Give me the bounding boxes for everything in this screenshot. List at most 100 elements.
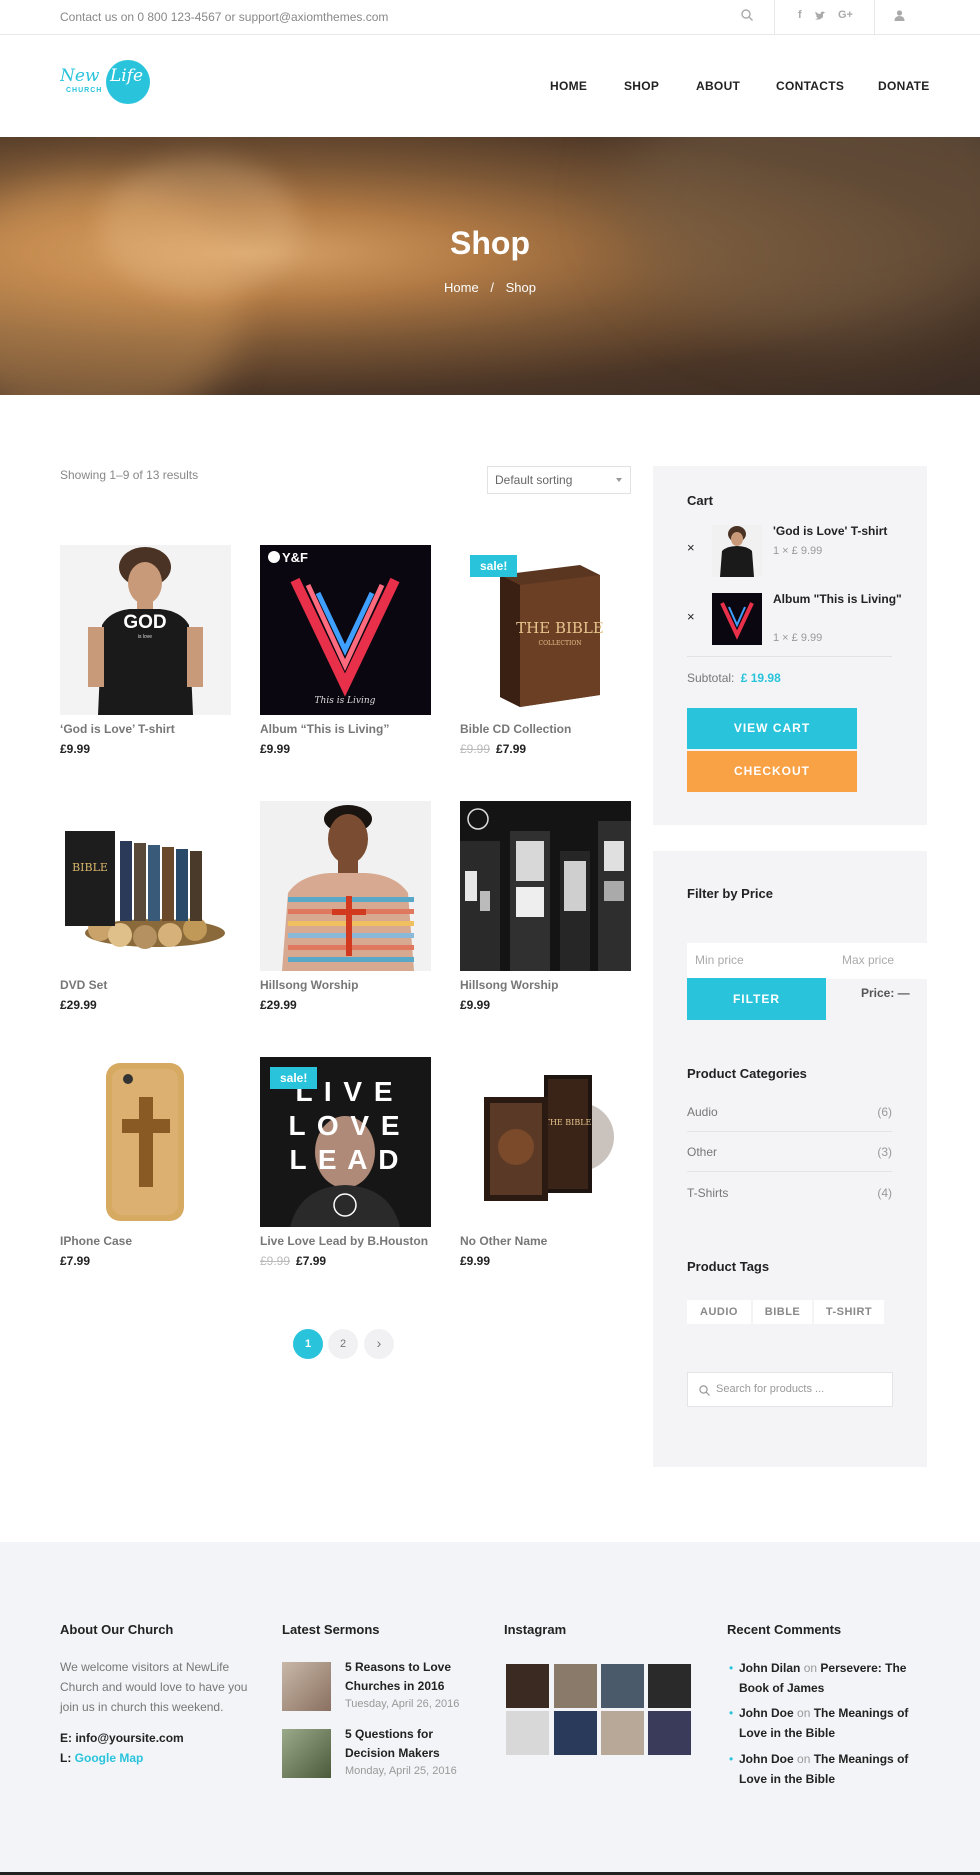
product-search-input[interactable]: Search for products ...	[687, 1372, 893, 1407]
product-image[interactable]	[60, 1057, 231, 1227]
tag-bible[interactable]: BIBLE	[753, 1300, 812, 1324]
product-image[interactable]: Y&F This is Living	[260, 545, 431, 715]
instagram-photo[interactable]	[554, 1711, 597, 1755]
sort-select[interactable]: Default sorting	[487, 466, 631, 494]
checkout-button[interactable]: CHECKOUT	[687, 751, 857, 792]
instagram-photo[interactable]	[648, 1664, 691, 1708]
category-name[interactable]: T-Shirts	[687, 1186, 728, 1200]
page-1-button[interactable]: 1	[293, 1329, 323, 1359]
nav-shop[interactable]: SHOP	[624, 79, 659, 93]
cart-item-qty: 1 × £ 9.99	[773, 545, 823, 557]
product-price-current: £9.99	[460, 1254, 491, 1268]
category-name[interactable]: Audio	[687, 1105, 718, 1119]
tag-audio[interactable]: AUDIO	[687, 1300, 751, 1324]
email-value[interactable]: info@yoursite.com	[75, 1731, 183, 1745]
category-item-other[interactable]: Other (3)	[687, 1145, 892, 1159]
cart-item-thumbnail[interactable]	[712, 593, 762, 645]
footer-location: L: Google Map	[60, 1748, 143, 1768]
cover-line-2: L O V E	[288, 1110, 401, 1141]
site-footer: About Our Church We welcome visitors at …	[0, 1542, 980, 1875]
product-price: £9.99	[260, 742, 290, 756]
product-price: £9.99 £7.99	[460, 742, 526, 756]
instagram-photo[interactable]	[506, 1711, 549, 1755]
google-map-link[interactable]: Google Map	[75, 1751, 144, 1765]
next-page-button[interactable]: ›	[364, 1329, 394, 1359]
product-card[interactable]: THE BIBLE No Other Name £9.99	[460, 1057, 631, 1268]
product-image[interactable]: GOD is love	[60, 545, 231, 715]
product-image[interactable]: THE BIBLE	[460, 1057, 631, 1227]
nav-donate[interactable]: DONATE	[878, 79, 930, 93]
filter-button[interactable]: FILTER	[687, 978, 826, 1020]
product-image[interactable]	[460, 801, 631, 971]
product-card[interactable]: Y&F This is Living Album “This is Living…	[260, 545, 431, 756]
footer-comments-title: Recent Comments	[727, 1622, 842, 1637]
cart-item-name[interactable]: 'God is Love' T-shirt	[773, 522, 903, 541]
product-name[interactable]: Hillsong Worship	[260, 978, 358, 992]
product-card[interactable]: Hillsong Worship £9.99	[460, 801, 631, 1012]
product-image[interactable]: L I V E L O V E L E A D sale!	[260, 1057, 431, 1227]
sermon-thumbnail[interactable]	[282, 1662, 331, 1711]
comment-author[interactable]: John Doe	[739, 1752, 794, 1766]
product-name[interactable]: Bible CD Collection	[460, 722, 571, 736]
svg-text:CHURCH: CHURCH	[66, 87, 102, 94]
nav-home[interactable]: HOME	[550, 79, 587, 93]
comment-author[interactable]: John Doe	[739, 1706, 794, 1720]
product-card[interactable]: BIBLE DVD Set £29.99	[60, 801, 231, 1012]
sermon-title[interactable]: 5 Questions for Decision Makers	[345, 1725, 485, 1763]
category-name[interactable]: Other	[687, 1145, 717, 1159]
sermon-title[interactable]: 5 Reasons to Love Churches in 2016	[345, 1658, 485, 1696]
product-name[interactable]: IPhone Case	[60, 1234, 132, 1248]
view-cart-button[interactable]: VIEW CART	[687, 708, 857, 749]
product-image[interactable]: BIBLE	[60, 801, 231, 971]
product-price: £7.99	[60, 1254, 90, 1268]
product-name[interactable]: ‘God is Love’ T-shirt	[60, 722, 175, 736]
product-card[interactable]: Hillsong Worship £29.99	[260, 801, 431, 1012]
category-item-t-shirts[interactable]: T-Shirts (4)	[687, 1186, 892, 1200]
instagram-photo[interactable]	[601, 1664, 644, 1708]
min-price-input[interactable]: Min price	[695, 953, 744, 967]
nav-contacts[interactable]: CONTACTS	[776, 79, 844, 93]
breadcrumb: Home / Shop	[0, 280, 980, 295]
tag-t-shirt[interactable]: T-SHIRT	[814, 1300, 884, 1324]
instagram-photo[interactable]	[554, 1664, 597, 1708]
cart-item-name[interactable]: Album "This is Living"	[773, 590, 903, 609]
instagram-photo[interactable]	[506, 1664, 549, 1708]
site-logo[interactable]: New Life CHURCH	[59, 57, 155, 107]
product-name[interactable]: Live Love Lead by B.Houston	[260, 1234, 428, 1248]
sermon-thumbnail[interactable]	[282, 1729, 331, 1778]
comment-author[interactable]: John Dilan	[739, 1661, 800, 1675]
cart-title: Cart	[687, 493, 714, 508]
user-icon[interactable]	[894, 9, 905, 24]
product-card[interactable]: GOD is love ‘God is Love’ T-shirt £9.99	[60, 545, 231, 756]
product-price-current: £7.99	[60, 1254, 91, 1268]
product-name[interactable]: Hillsong Worship	[460, 978, 558, 992]
bullet: •	[729, 1706, 734, 1720]
product-image[interactable]	[260, 801, 431, 971]
product-price: £9.99	[460, 1254, 490, 1268]
cart-item-thumbnail[interactable]	[712, 525, 762, 577]
facebook-icon[interactable]: f	[798, 9, 802, 21]
product-card[interactable]: THE BIBLE COLLECTION sale! Bible CD Coll…	[460, 545, 631, 756]
product-card[interactable]: L I V E L O V E L E A D sale! Live Love …	[260, 1057, 431, 1268]
product-card[interactable]: IPhone Case £7.99	[60, 1057, 231, 1268]
email-label: E:	[60, 1731, 72, 1745]
product-name[interactable]: No Other Name	[460, 1234, 547, 1248]
footer-email: E: info@yoursite.com	[60, 1728, 184, 1748]
google-plus-icon[interactable]: G+	[838, 9, 853, 21]
product-image[interactable]: THE BIBLE COLLECTION sale!	[460, 545, 631, 715]
breadcrumb-home[interactable]: Home	[444, 280, 479, 295]
instagram-photo[interactable]	[601, 1711, 644, 1755]
product-price: £9.99	[460, 998, 490, 1012]
remove-item-button[interactable]: ×	[687, 609, 695, 624]
footer-about-title: About Our Church	[60, 1622, 174, 1637]
product-name[interactable]: DVD Set	[60, 978, 107, 992]
remove-item-button[interactable]: ×	[687, 540, 695, 555]
product-name[interactable]: Album “This is Living”	[260, 722, 389, 736]
twitter-icon[interactable]	[815, 9, 826, 24]
max-price-input[interactable]: Max price	[842, 953, 894, 967]
page-2-button[interactable]: 2	[328, 1329, 358, 1359]
instagram-photo[interactable]	[648, 1711, 691, 1755]
search-icon[interactable]	[741, 9, 753, 24]
nav-about[interactable]: ABOUT	[696, 79, 740, 93]
category-item-audio[interactable]: Audio (6)	[687, 1105, 892, 1119]
